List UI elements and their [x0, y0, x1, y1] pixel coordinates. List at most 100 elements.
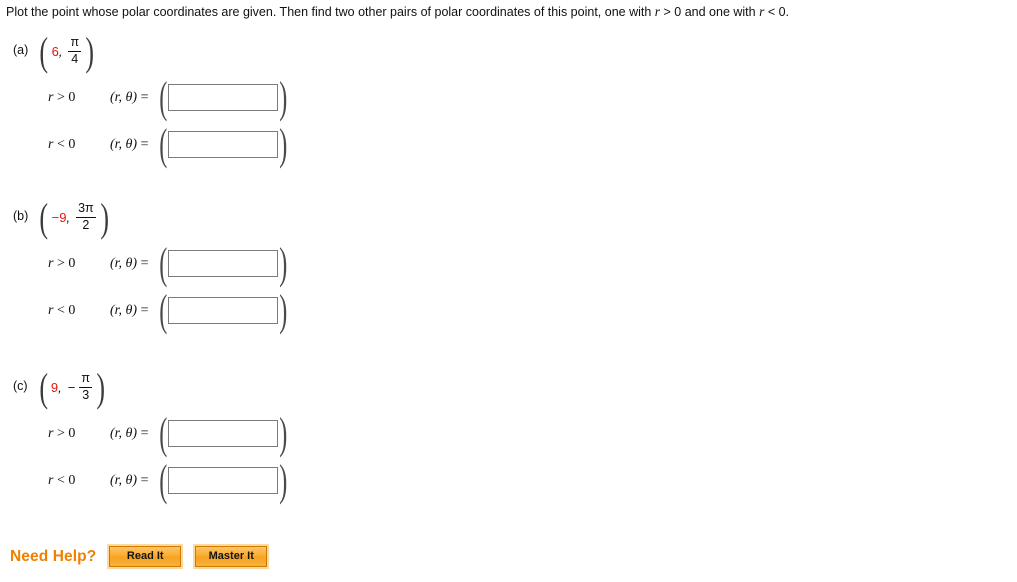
- part-a-condition-r-negative: r < 0: [48, 137, 110, 153]
- close-paren-icon: ): [96, 365, 105, 410]
- expression-label: (r, θ): [110, 89, 138, 105]
- answer-input-a-r-negative[interactable]: [168, 130, 279, 158]
- field-close-paren-icon: ): [279, 119, 288, 169]
- part-b-expression-r-positive: (r, θ) =: [110, 256, 149, 272]
- condition-op: > 0: [53, 255, 76, 271]
- open-paren-icon: (: [39, 195, 49, 240]
- part-c-header: (c) ( 9 , − π 3 ): [0, 365, 520, 410]
- answer-input-c-r-negative[interactable]: [168, 466, 279, 494]
- answer-input-c-r-positive[interactable]: [168, 419, 279, 447]
- part-b-expression-r-negative: (r, θ) =: [110, 303, 149, 319]
- question-prompt: Plot the point whose polar coordinates a…: [6, 4, 789, 20]
- problem-part-c: (c) ( 9 , − π 3 ) r > 0 (r, θ) = ( ) r <…: [0, 365, 520, 504]
- equals-sign: =: [140, 89, 149, 105]
- field-close-paren-icon: ): [279, 72, 288, 122]
- condition-op: < 0: [53, 302, 76, 318]
- expression-label: (r, θ): [110, 472, 138, 488]
- part-b-theta-denominator: 2: [76, 216, 96, 232]
- field-open-paren-icon: (: [158, 72, 167, 122]
- part-b-given-coordinate: ( −9 , 3π 2 ): [37, 195, 111, 240]
- part-c-theta-negative-sign: −: [67, 379, 76, 395]
- part-c-given-r: 9: [50, 379, 59, 395]
- problem-part-a: (a) ( 6 , π 4 ) r > 0 (r, θ) = ( ) r < 0…: [0, 29, 520, 168]
- prompt-text-part-1: Plot the point whose polar coordinates a…: [6, 5, 655, 19]
- part-c-label: (c): [13, 379, 28, 393]
- part-c-condition-r-negative: r < 0: [48, 473, 110, 489]
- part-a-field-group-r-positive: ( ): [156, 72, 291, 122]
- open-paren-icon: (: [38, 365, 48, 410]
- part-a-condition-r-positive: r > 0: [48, 90, 110, 106]
- prompt-text-part-3: < 0.: [764, 5, 790, 19]
- part-b-given-theta-fraction: 3π 2: [76, 202, 96, 232]
- coordinate-comma: ,: [58, 43, 63, 59]
- prompt-text-part-2: > 0 and one with: [660, 5, 760, 19]
- part-c-theta-denominator: 3: [79, 386, 92, 402]
- part-c-row-r-positive: r > 0 (r, θ) = ( ): [0, 410, 520, 457]
- condition-op: < 0: [53, 472, 76, 488]
- part-c-field-group-r-negative: ( ): [156, 455, 291, 505]
- read-it-button[interactable]: Read It: [107, 544, 184, 569]
- part-a-theta-denominator: 4: [68, 50, 82, 66]
- condition-op: < 0: [53, 136, 76, 152]
- condition-op: > 0: [53, 425, 76, 441]
- field-close-paren-icon: ): [279, 455, 288, 505]
- field-open-paren-icon: (: [158, 119, 167, 169]
- need-help-label: Need Help?: [10, 547, 97, 565]
- field-open-paren-icon: (: [158, 285, 167, 335]
- expression-label: (r, θ): [110, 425, 138, 441]
- field-close-paren-icon: ): [279, 408, 288, 458]
- expression-label: (r, θ): [110, 302, 138, 318]
- part-b-field-group-r-positive: ( ): [156, 238, 291, 288]
- close-paren-icon: ): [85, 29, 95, 74]
- need-help-bar: Need Help? Read It Master It: [10, 544, 281, 569]
- coordinate-comma: ,: [58, 379, 62, 395]
- part-a-theta-numerator: π: [70, 35, 80, 50]
- part-b-row-r-negative: r < 0 (r, θ) = ( ): [0, 287, 520, 334]
- open-paren-icon: (: [39, 29, 49, 74]
- part-c-given-theta-fraction: π 3: [79, 372, 92, 402]
- part-c-given-coordinate: ( 9 , − π 3 ): [37, 365, 108, 410]
- part-b-row-r-positive: r > 0 (r, θ) = ( ): [0, 240, 520, 287]
- part-b-theta-numerator: 3π: [78, 201, 94, 216]
- part-c-expression-r-negative: (r, θ) =: [110, 473, 149, 489]
- field-close-paren-icon: ): [279, 285, 288, 335]
- equals-sign: =: [140, 425, 149, 441]
- coordinate-comma: ,: [66, 209, 71, 225]
- part-b-header: (b) ( −9 , 3π 2 ): [0, 195, 520, 240]
- master-it-button[interactable]: Master It: [193, 544, 270, 569]
- part-b-condition-r-positive: r > 0: [48, 256, 110, 272]
- part-b-condition-r-negative: r < 0: [48, 303, 110, 319]
- expression-label: (r, θ): [110, 136, 138, 152]
- field-open-paren-icon: (: [158, 455, 167, 505]
- part-a-expression-r-positive: (r, θ) =: [110, 90, 149, 106]
- part-b-label: (b): [13, 209, 29, 223]
- part-a-row-r-negative: r < 0 (r, θ) = ( ): [0, 121, 520, 168]
- condition-op: > 0: [53, 89, 76, 105]
- part-a-field-group-r-negative: ( ): [156, 119, 291, 169]
- expression-label: (r, θ): [110, 255, 138, 271]
- equals-sign: =: [140, 472, 149, 488]
- equals-sign: =: [140, 255, 149, 271]
- part-b-given-r: −9: [51, 209, 67, 225]
- part-a-given-r: 6: [51, 43, 59, 59]
- part-b-field-group-r-negative: ( ): [156, 285, 291, 335]
- part-a-header: (a) ( 6 , π 4 ): [0, 29, 520, 74]
- part-a-given-coordinate: ( 6 , π 4 ): [37, 29, 96, 74]
- part-a-row-r-positive: r > 0 (r, θ) = ( ): [0, 74, 520, 121]
- part-c-row-r-negative: r < 0 (r, θ) = ( ): [0, 457, 520, 504]
- equals-sign: =: [140, 302, 149, 318]
- problem-part-b: (b) ( −9 , 3π 2 ) r > 0 (r, θ) = ( ) r <…: [0, 195, 520, 334]
- field-close-paren-icon: ): [279, 238, 288, 288]
- answer-input-b-r-negative[interactable]: [168, 296, 279, 324]
- part-a-expression-r-negative: (r, θ) =: [110, 137, 149, 153]
- part-c-theta-numerator: π: [81, 371, 90, 386]
- equals-sign: =: [140, 136, 149, 152]
- answer-input-b-r-positive[interactable]: [168, 249, 279, 277]
- part-c-field-group-r-positive: ( ): [156, 408, 291, 458]
- part-c-condition-r-positive: r > 0: [48, 426, 110, 442]
- field-open-paren-icon: (: [158, 238, 167, 288]
- close-paren-icon: ): [99, 195, 109, 240]
- part-a-given-theta-fraction: π 4: [68, 35, 82, 66]
- part-a-label: (a): [13, 43, 29, 57]
- answer-input-a-r-positive[interactable]: [168, 83, 279, 111]
